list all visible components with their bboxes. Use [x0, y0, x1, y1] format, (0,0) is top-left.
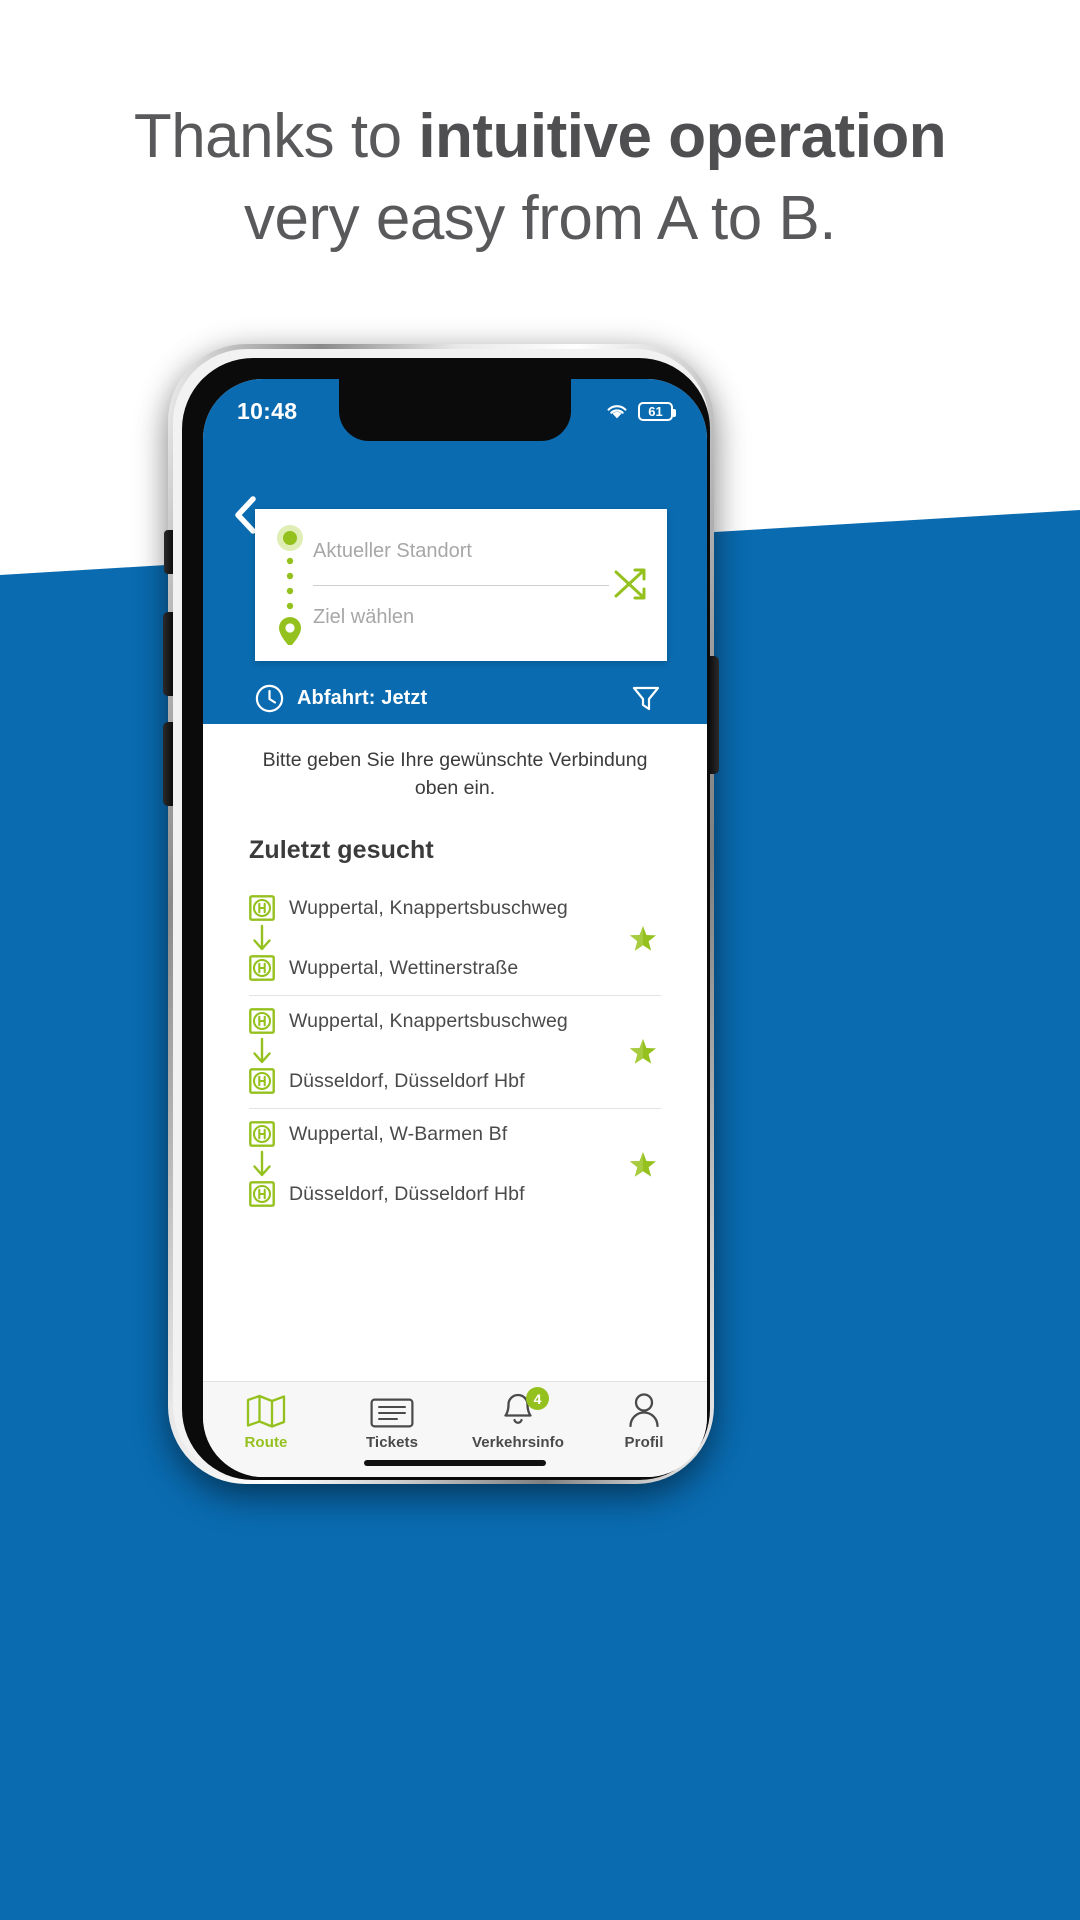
route-from-line: Wuppertal, W-Barmen Bf — [249, 1121, 661, 1147]
empty-state-hint: Bitte geben Sie Ihre gewünschte Verbindu… — [262, 749, 648, 799]
filter-button[interactable] — [625, 677, 667, 719]
route-rail-icons — [277, 525, 303, 645]
recent-searches-title: Zuletzt gesucht — [249, 836, 434, 864]
tab-route[interactable]: Route — [203, 1392, 329, 1451]
tab-badge: 4 — [526, 1387, 549, 1410]
promo-line1-plain: Thanks to — [133, 102, 419, 171]
h-stop-icon — [249, 1068, 275, 1094]
h-stop-icon — [249, 955, 275, 981]
h-stop-icon — [249, 1121, 275, 1147]
volume-down-button[interactable] — [163, 722, 173, 806]
tab-profil[interactable]: Profil — [581, 1392, 707, 1451]
origin-input[interactable]: Aktueller Standort — [313, 529, 609, 573]
route-from-name: Wuppertal, W-Barmen Bf — [289, 1122, 508, 1145]
filter-funnel-icon — [632, 686, 660, 711]
person-icon — [628, 1392, 660, 1428]
route-direction-arrow — [249, 1036, 275, 1066]
route-from-name: Wuppertal, Knappertsbuschweg — [289, 896, 568, 919]
mute-switch[interactable] — [164, 530, 173, 574]
favorite-button[interactable] — [625, 1147, 661, 1183]
h-stop-icon — [249, 1181, 275, 1207]
ticket-icon — [370, 1392, 414, 1428]
route-direction-arrow — [249, 1149, 275, 1179]
recent-search-item[interactable]: Wuppertal, Knappertsbuschweg Wuppertal, W… — [249, 883, 661, 995]
h-stop-icon — [249, 895, 275, 921]
phone-screen: 10:48 61 Aktueller Standort Ziel wählen … — [203, 379, 707, 1477]
recent-search-item[interactable]: Wuppertal, W-Barmen Bf Düsseldorf, Düssel… — [249, 1108, 661, 1221]
route-direction-arrow — [249, 923, 275, 953]
field-divider — [313, 585, 609, 586]
route-to-line: Wuppertal, Wettinerstraße — [249, 955, 661, 981]
promo-line1-bold: intuitive operation — [418, 102, 947, 171]
h-stop-icon — [249, 1008, 275, 1034]
h-stop-icon — [249, 955, 275, 981]
ticket-icon — [370, 1398, 414, 1428]
map-icon — [246, 1392, 286, 1428]
favorite-star-icon — [630, 1039, 656, 1064]
h-stop-icon — [249, 1008, 275, 1034]
recent-searches-list: Wuppertal, Knappertsbuschweg Wuppertal, W… — [203, 883, 707, 1221]
tab-label: Verkehrsinfo — [471, 1434, 565, 1451]
phone-mockup: 10:48 61 Aktueller Standort Ziel wählen … — [163, 344, 719, 1484]
route-from-name: Wuppertal, Knappertsbuschweg — [289, 1009, 568, 1032]
swap-button[interactable] — [607, 561, 653, 607]
h-stop-icon — [249, 895, 275, 921]
tab-verkehrsinfo[interactable]: 4 Verkehrsinfo — [455, 1387, 581, 1451]
phone-frame: 10:48 61 Aktueller Standort Ziel wählen … — [163, 344, 719, 1484]
tab-tickets[interactable]: Tickets — [329, 1392, 455, 1451]
clock-icon — [255, 684, 284, 712]
favorite-star-icon — [630, 926, 656, 951]
bell-icon: 4 — [501, 1387, 549, 1428]
swap-arrows-icon — [614, 568, 646, 600]
battery-level: 61 — [648, 403, 663, 419]
volume-up-button[interactable] — [163, 612, 173, 696]
page-root: Thanks to intuitive operation very easy … — [0, 0, 1080, 1920]
route-from-line: Wuppertal, Knappertsbuschweg — [249, 895, 661, 921]
route-to-name: Wuppertal, Wettinerstraße — [289, 956, 519, 979]
arrow-down-icon — [253, 924, 271, 951]
route-fields: Aktueller Standort Ziel wählen — [313, 509, 667, 661]
home-indicator — [364, 1460, 546, 1466]
arrow-down-icon — [253, 1150, 271, 1177]
route-to-name: Düsseldorf, Düsseldorf Hbf — [289, 1069, 525, 1092]
tab-label: Tickets — [365, 1434, 419, 1451]
status-time: 10:48 — [237, 397, 298, 424]
departure-left[interactable]: Abfahrt: Jetzt — [255, 684, 625, 713]
phone-band: 10:48 61 Aktueller Standort Ziel wählen … — [173, 349, 710, 1480]
departure-label: Abfahrt: Jetzt — [297, 686, 428, 709]
phone-body: 10:48 61 Aktueller Standort Ziel wählen … — [182, 358, 710, 1480]
h-stop-icon — [249, 1181, 275, 1207]
map-icon — [246, 1394, 286, 1428]
route-to-line: Düsseldorf, Düsseldorf Hbf — [249, 1068, 661, 1094]
favorite-button[interactable] — [625, 1034, 661, 1070]
h-stop-icon — [249, 1121, 275, 1147]
favorite-star-icon — [630, 1152, 656, 1177]
route-to-name: Düsseldorf, Düsseldorf Hbf — [289, 1182, 525, 1205]
recent-search-item[interactable]: Wuppertal, Knappertsbuschweg Düsseldorf, … — [249, 995, 661, 1108]
app-content: Bitte geben Sie Ihre gewünschte Verbindu… — [203, 724, 707, 1397]
status-indicators: 61 — [605, 401, 676, 421]
battery-icon: 61 — [638, 401, 676, 421]
route-to-line: Düsseldorf, Düsseldorf Hbf — [249, 1181, 661, 1207]
h-stop-icon — [249, 1068, 275, 1094]
phone-notch — [339, 379, 571, 441]
promo-line2: very easy from A to B. — [243, 184, 837, 253]
tab-label: Route — [244, 1434, 288, 1451]
arrow-down-icon — [253, 1037, 271, 1064]
person-icon — [629, 1393, 659, 1428]
destination-input[interactable]: Ziel wählen — [313, 595, 609, 639]
wifi-icon — [607, 405, 627, 419]
departure-row[interactable]: Abfahrt: Jetzt — [255, 675, 667, 721]
power-button[interactable] — [709, 656, 719, 774]
route-search-card: Aktueller Standort Ziel wählen — [255, 509, 667, 661]
tab-label: Profil — [624, 1434, 664, 1451]
route-from-line: Wuppertal, Knappertsbuschweg — [249, 1008, 661, 1034]
promo-headline: Thanks to intuitive operation very easy … — [0, 96, 1080, 260]
favorite-button[interactable] — [625, 921, 661, 957]
